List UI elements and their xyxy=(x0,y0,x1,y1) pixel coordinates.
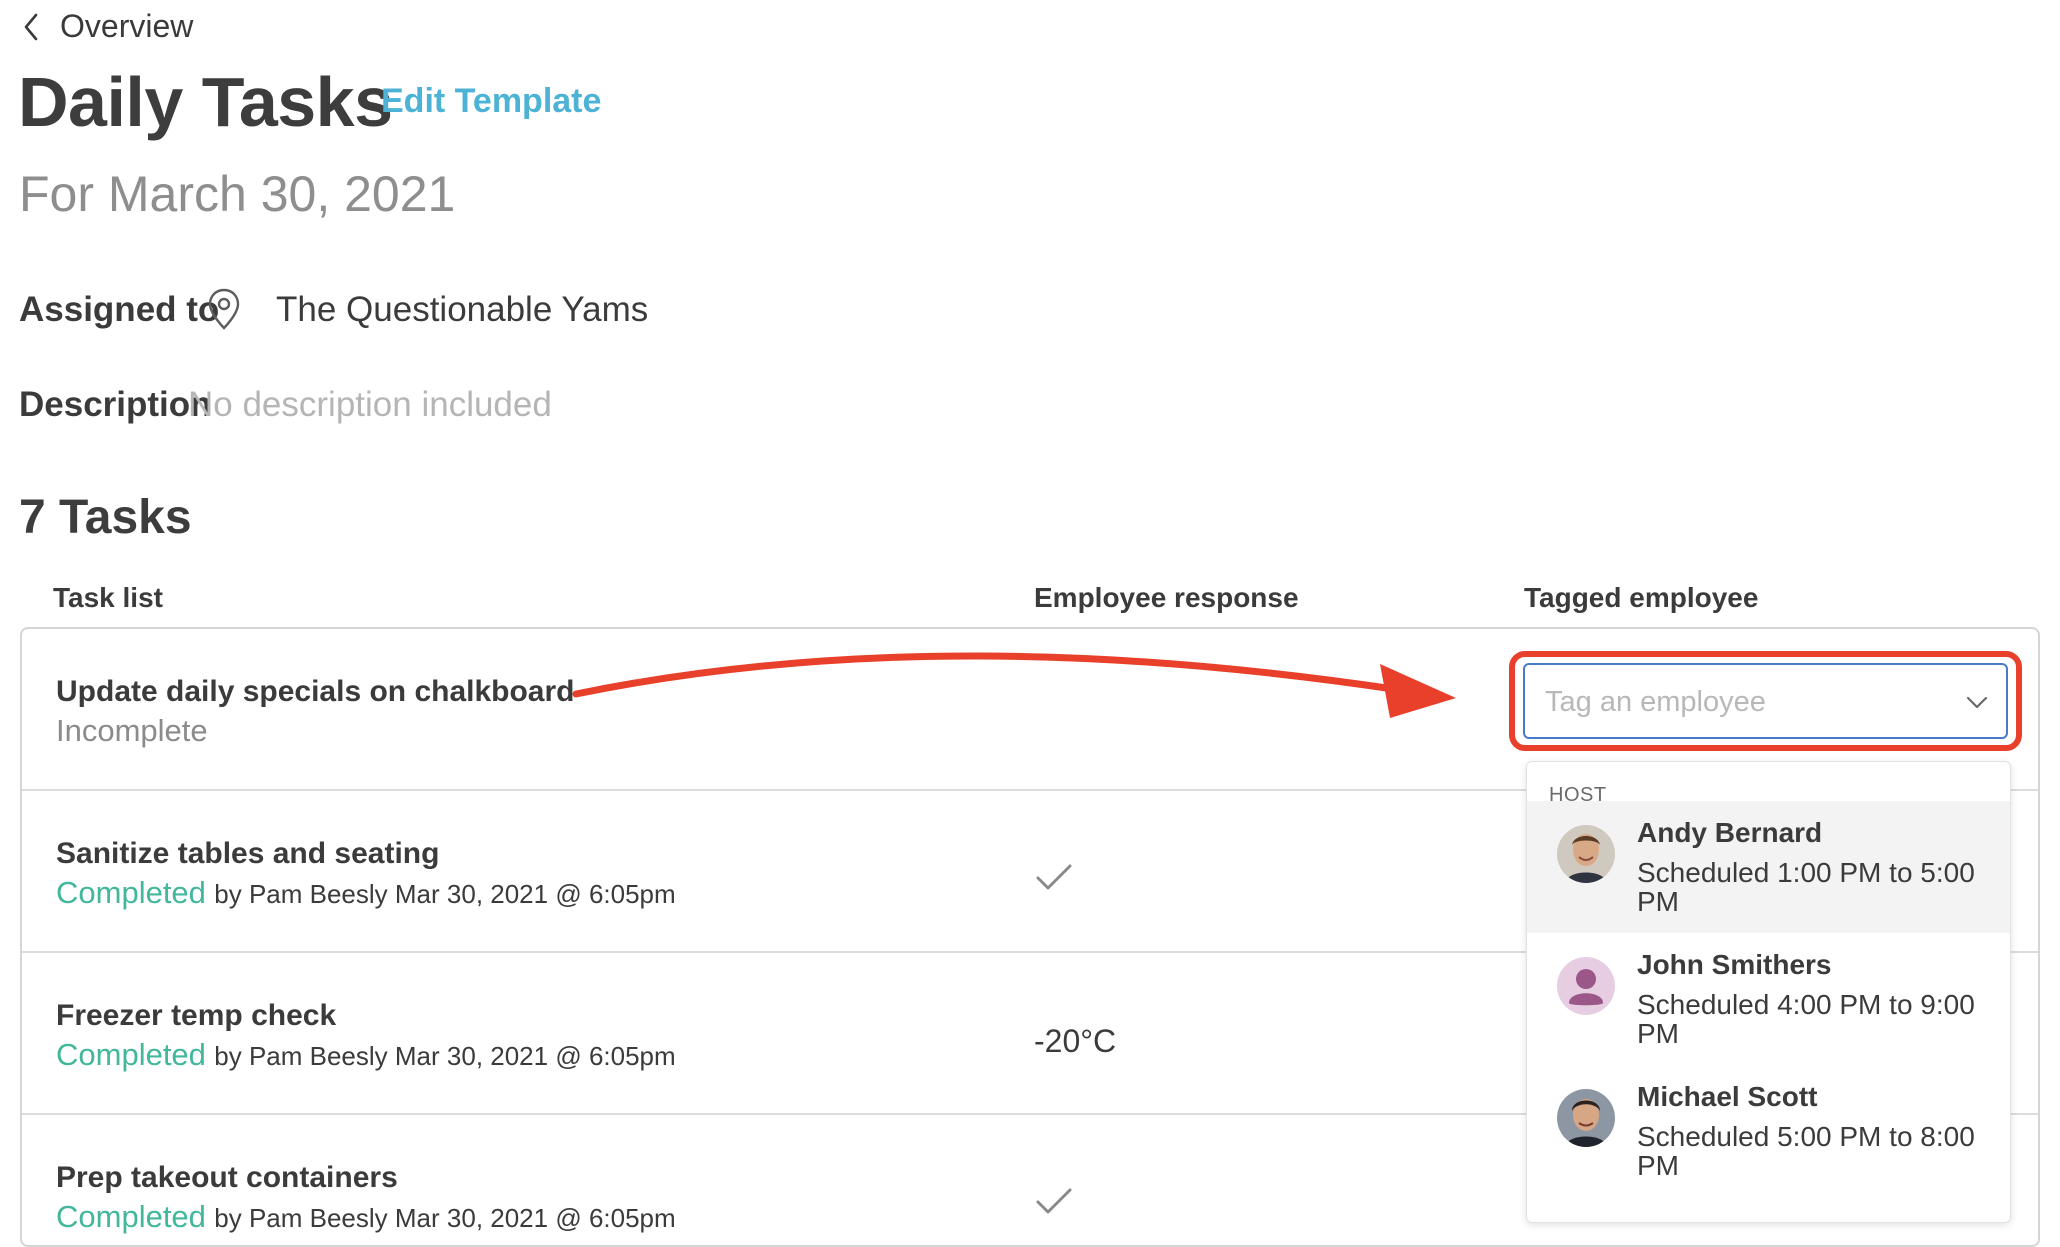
task-completed-by: by Pam Beesly Mar 30, 2021 @ 6:05pm xyxy=(214,1041,676,1071)
task-status: Completed xyxy=(56,1199,206,1234)
description-value: No description included xyxy=(188,385,552,424)
employee-option-andy-bernard[interactable]: Andy Bernard Scheduled 1:00 PM to 5:00 P… xyxy=(1527,801,2010,933)
employee-name: Michael Scott xyxy=(1637,1081,1818,1112)
checkmark-icon xyxy=(1036,864,1072,890)
task-status-line: Incomplete xyxy=(56,713,208,749)
assigned-to-value: The Questionable Yams xyxy=(276,290,649,329)
task-status-line: Completed by Pam Beesly Mar 30, 2021 @ 6… xyxy=(56,1199,676,1235)
chevron-left-icon xyxy=(24,13,38,40)
employee-schedule: Scheduled 4:00 PM to 9:00 PM xyxy=(1637,989,1975,1049)
column-header-employee-response: Employee response xyxy=(1034,582,1299,613)
task-name: Freezer temp check xyxy=(56,999,337,1032)
task-name: Sanitize tables and seating xyxy=(56,837,440,870)
back-label: Overview xyxy=(60,8,194,44)
employee-schedule: Scheduled 5:00 PM to 8:00 PM xyxy=(1637,1121,1975,1181)
edit-template-link[interactable]: Edit Template xyxy=(381,82,601,121)
back-link[interactable]: Overview xyxy=(18,8,193,45)
column-header-task-list: Task list xyxy=(53,582,163,613)
employee-schedule: Scheduled 1:00 PM to 5:00 PM xyxy=(1637,857,1975,917)
employee-response: -20°C xyxy=(1034,1023,1117,1059)
employee-option-john-smithers[interactable]: John Smithers Scheduled 4:00 PM to 9:00 … xyxy=(1527,933,2010,1065)
tag-employee-input[interactable] xyxy=(1543,665,1947,739)
chevron-down-icon[interactable] xyxy=(1964,689,1990,715)
column-header-tagged-employee: Tagged employee xyxy=(1524,582,1759,613)
annotation-arrow xyxy=(572,652,1456,718)
employee-dropdown-menu: HOST Andy Bernard Scheduled 1:00 PM to 5… xyxy=(1526,761,2011,1223)
avatar xyxy=(1557,1089,1615,1147)
avatar xyxy=(1557,825,1615,883)
task-status: Completed xyxy=(56,875,206,910)
tag-employee-select[interactable] xyxy=(1523,663,2008,739)
checkmark-icon xyxy=(1036,1188,1072,1214)
task-count: 7 Tasks xyxy=(19,491,192,544)
task-name: Update daily specials on chalkboard xyxy=(56,675,575,708)
location-pin-icon xyxy=(208,288,240,330)
task-status: Incomplete xyxy=(56,713,208,748)
avatar xyxy=(1557,957,1615,1015)
description-label: Description xyxy=(19,385,212,424)
task-date: For March 30, 2021 xyxy=(19,166,456,222)
task-status-line: Completed by Pam Beesly Mar 30, 2021 @ 6… xyxy=(56,1037,676,1073)
task-completed-by: by Pam Beesly Mar 30, 2021 @ 6:05pm xyxy=(214,879,676,909)
assigned-to-label: Assigned to xyxy=(19,290,220,329)
page-title: Daily Tasks xyxy=(18,63,393,141)
task-status-line: Completed by Pam Beesly Mar 30, 2021 @ 6… xyxy=(56,875,676,911)
employee-name: John Smithers xyxy=(1637,949,1832,980)
employee-name: Andy Bernard xyxy=(1637,817,1823,848)
task-name: Prep takeout containers xyxy=(56,1161,398,1194)
task-completed-by: by Pam Beesly Mar 30, 2021 @ 6:05pm xyxy=(214,1203,676,1233)
task-status: Completed xyxy=(56,1037,206,1072)
employee-option-michael-scott[interactable]: Michael Scott Scheduled 5:00 PM to 8:00 … xyxy=(1527,1065,2010,1197)
